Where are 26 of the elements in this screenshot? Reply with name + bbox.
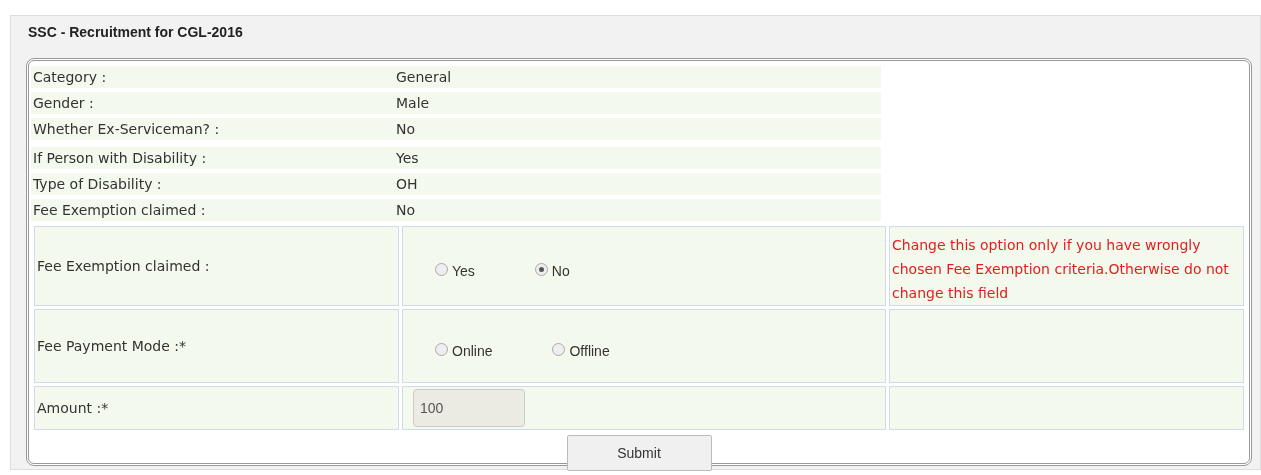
detail-label: Gender : — [32, 93, 95, 113]
submit-button[interactable]: Submit — [566, 435, 712, 471]
detail-label: Fee Exemption claimed : — [32, 200, 207, 220]
detail-value: OH — [396, 174, 418, 194]
radio-option[interactable]: No — [534, 256, 570, 282]
radio-option[interactable]: Online — [435, 336, 493, 362]
radio-option[interactable]: Offline — [552, 336, 610, 362]
table-cell: Amount :* — [34, 386, 399, 430]
radio-button[interactable] — [435, 262, 448, 276]
detail-label: Category : — [32, 67, 108, 87]
warning-note: Change this option only if you have wrongly chosen Fee Exemption criteria.Otherwise do not change this field — [892, 237, 1229, 301]
detail-value: Male — [396, 93, 430, 113]
detail-label: Whether Ex-Serviceman? : — [32, 119, 221, 139]
detail-label: Type of Disability : — [32, 174, 163, 194]
table-cell: Fee Payment Mode :* — [34, 309, 399, 383]
detail-value: Yes — [396, 148, 419, 168]
radio-button[interactable] — [435, 342, 448, 356]
table-cell: Fee Exemption claimed : — [34, 226, 399, 306]
radio-button[interactable] — [534, 262, 548, 276]
radio-button[interactable] — [552, 342, 566, 356]
detail-label: If Person with Disability : — [32, 148, 208, 168]
detail-value: General — [396, 67, 452, 87]
detail-value: No — [396, 200, 416, 220]
window-title: SSC - Recruitment for CGL-2016 — [27, 22, 244, 42]
radio-option[interactable]: Yes — [435, 256, 475, 282]
detail-value: No — [396, 119, 416, 139]
